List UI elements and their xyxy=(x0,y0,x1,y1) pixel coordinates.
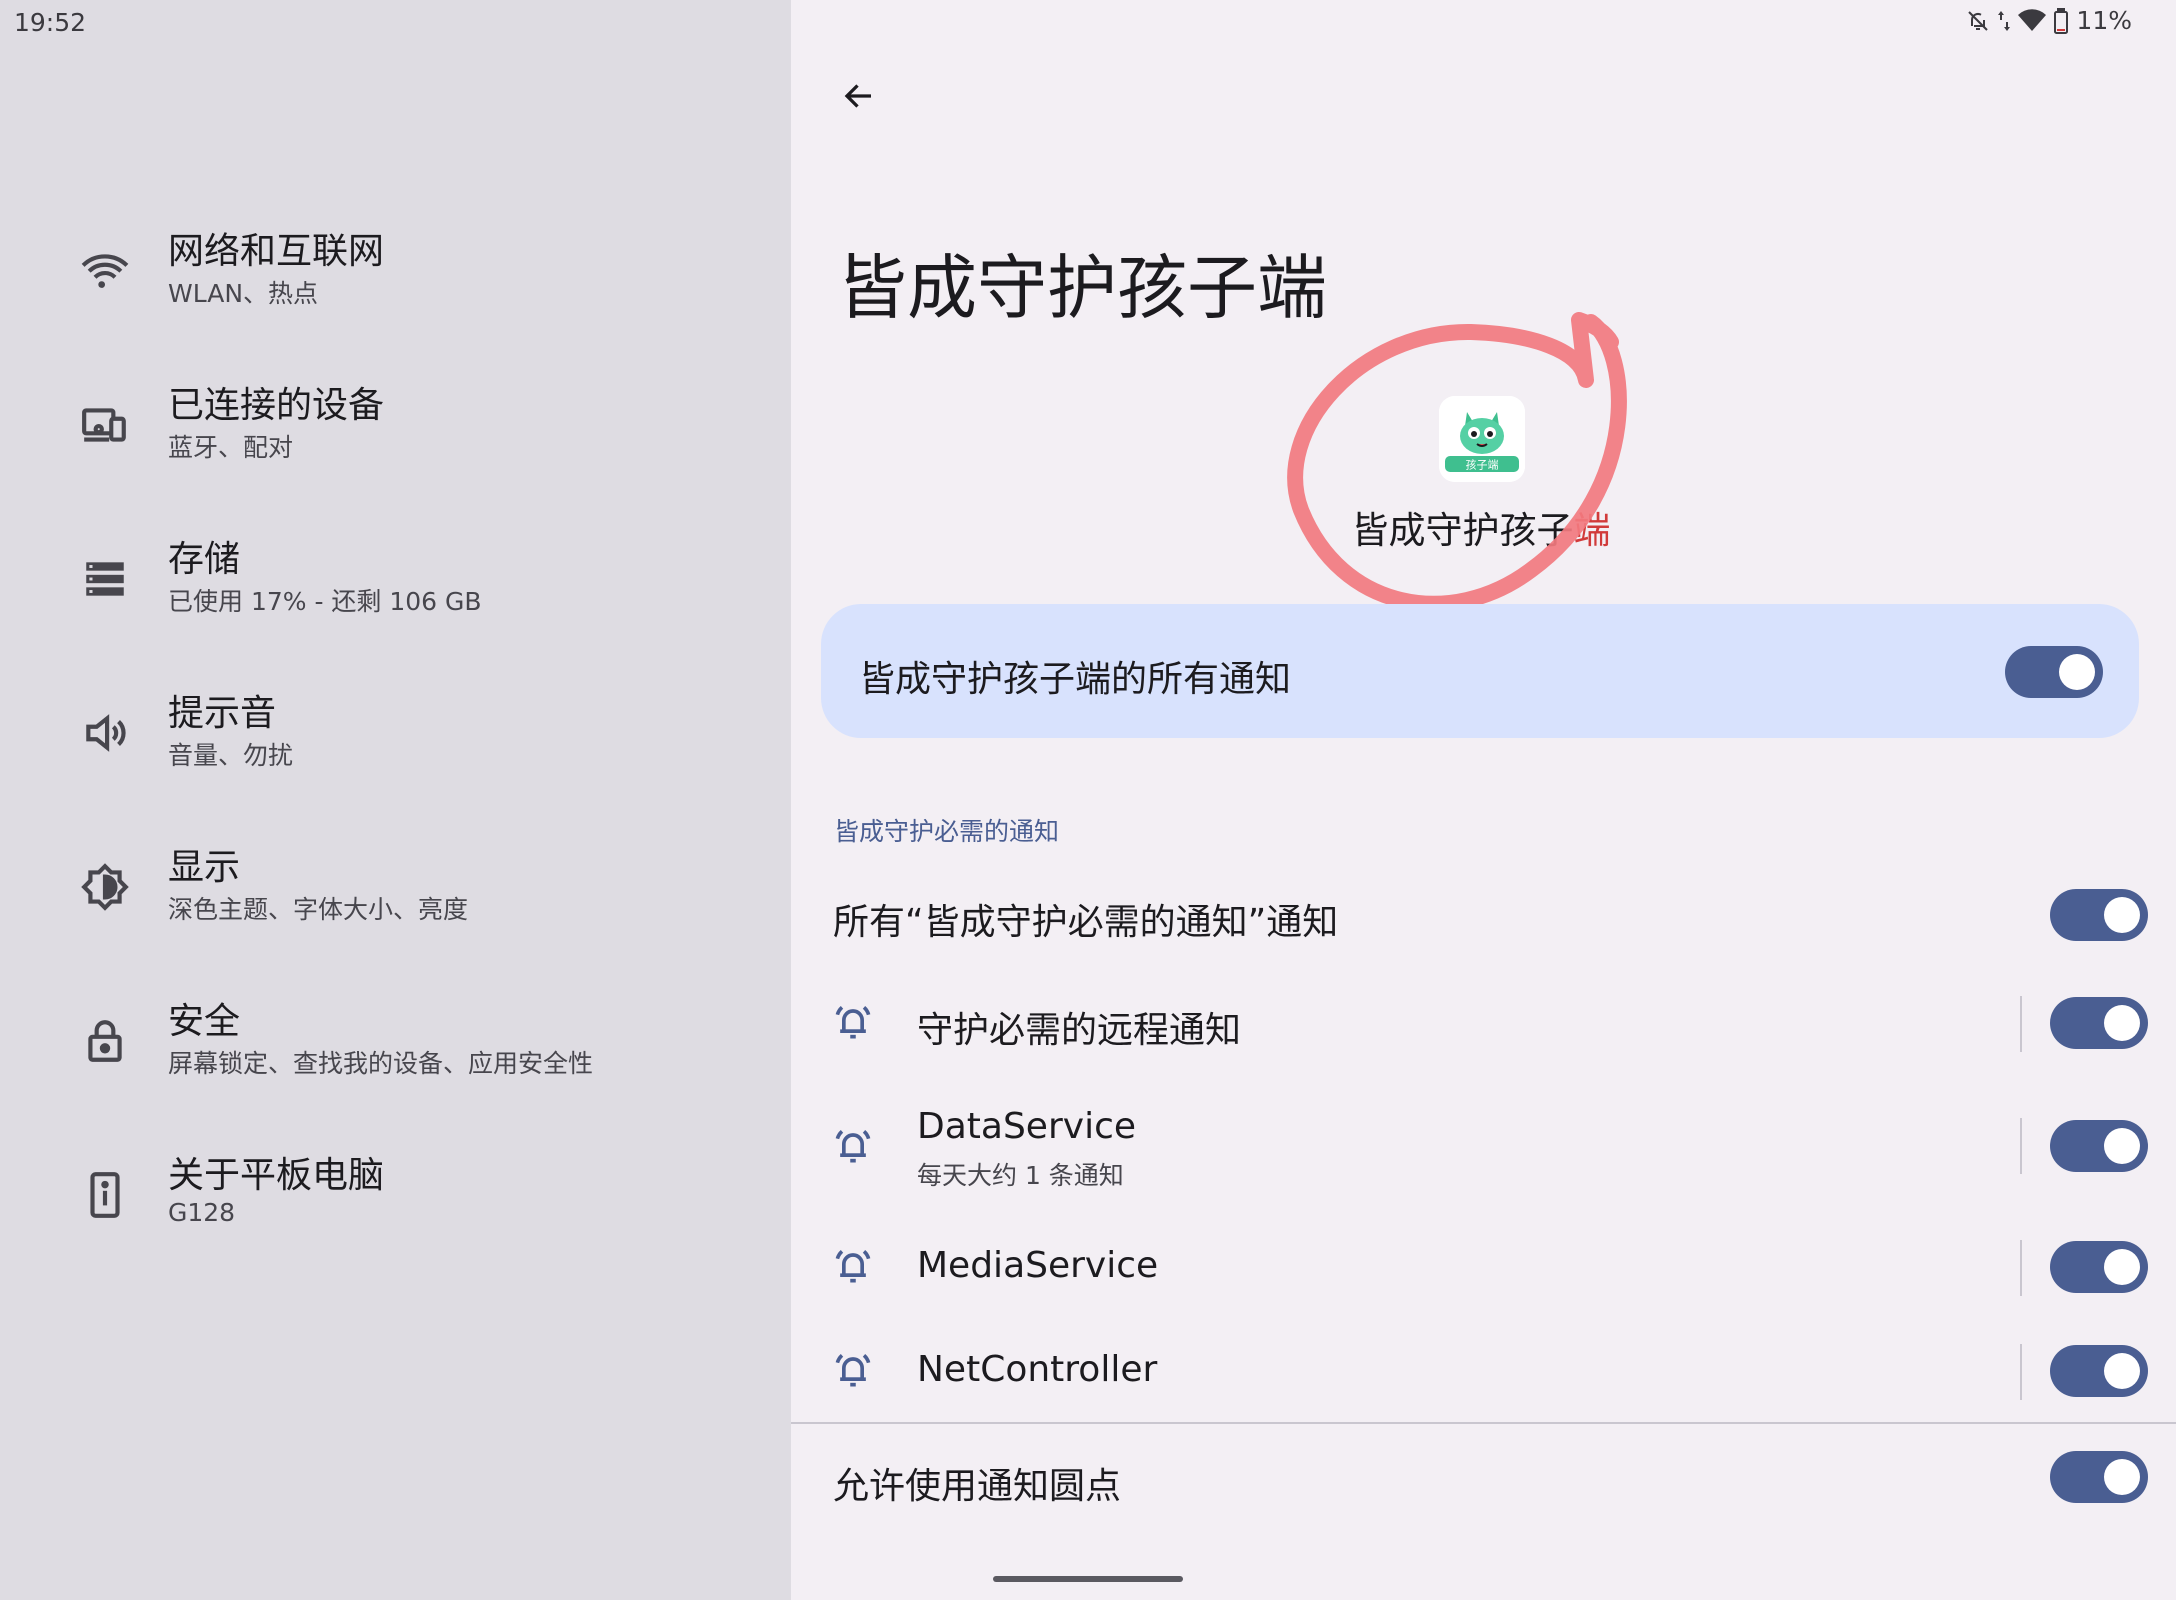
storage-icon xyxy=(80,554,130,604)
sidebar-item-subtitle: 音量、勿扰 xyxy=(168,741,294,770)
section-label: 皆成守护必需的通知 xyxy=(834,817,1060,846)
netcontroller-label: NetController xyxy=(917,1349,1158,1390)
devices-icon xyxy=(80,400,130,450)
sidebar-item-about-tablet[interactable]: 关于平板电脑 G128 xyxy=(0,1134,791,1274)
sidebar-item-title: 安全 xyxy=(168,1001,241,1042)
sidebar-item-subtitle: G128 xyxy=(168,1198,236,1227)
sidebar-item-title: 已连接的设备 xyxy=(168,385,385,426)
tablet-info-icon xyxy=(80,1170,130,1220)
all-notifications-card[interactable]: 皆成守护孩子端的所有通知 xyxy=(821,604,2139,738)
sidebar-item-subtitle: 屏幕锁定、查找我的设备、应用安全性 xyxy=(168,1049,594,1078)
row-divider xyxy=(2020,996,2022,1052)
brightness-icon xyxy=(80,862,130,912)
notification-dots-toggle[interactable] xyxy=(2050,1451,2148,1503)
remote-notification-label: 守护必需的远程通知 xyxy=(917,1010,1242,1051)
battery-icon xyxy=(2054,7,2069,34)
sidebar-item-sound[interactable]: 提示音 音量、勿扰 xyxy=(0,672,791,812)
lock-icon xyxy=(80,1016,130,1066)
app-name-main: 皆成守护孩子 xyxy=(1351,509,1574,552)
status-clock: 19:52 xyxy=(14,8,87,37)
gesture-home-bar[interactable] xyxy=(993,1576,1183,1582)
arrow-back-icon xyxy=(841,78,877,118)
back-button[interactable] xyxy=(831,70,887,126)
wifi-icon xyxy=(2018,8,2047,33)
all-notifications-toggle[interactable] xyxy=(2005,646,2103,698)
sidebar-item-connected-devices[interactable]: 已连接的设备 蓝牙、配对 xyxy=(0,364,791,504)
sidebar-item-display[interactable]: 显示 深色主题、字体大小、亮度 xyxy=(0,826,791,966)
sidebar-item-title: 存储 xyxy=(168,539,241,580)
sidebar-item-subtitle: WLAN、热点 xyxy=(168,279,319,308)
row-divider xyxy=(2020,1118,2022,1174)
row-divider xyxy=(2020,1344,2022,1400)
row-divider xyxy=(2020,1240,2022,1296)
settings-sidebar: 19:52 网络和互联网 WLAN、热点 已连接的设备 蓝牙、配对 存储 已使用… xyxy=(0,0,791,1600)
sidebar-item-title: 提示音 xyxy=(168,693,277,734)
app-notification-settings: 11% 皆成守护孩子端 孩子端 皆成守护孩子端 皆成守护孩子端的所有通知 皆成守… xyxy=(791,0,2176,1600)
sidebar-item-subtitle: 蓝牙、配对 xyxy=(168,433,294,462)
dataservice-subtitle: 每天大约 1 条通知 xyxy=(917,1161,1124,1190)
sidebar-item-network[interactable]: 网络和互联网 WLAN、热点 xyxy=(0,210,791,350)
mediaservice-label: MediaService xyxy=(917,1245,1159,1286)
page-title: 皆成守护孩子端 xyxy=(837,247,1327,329)
app-name-last: 端 xyxy=(1573,509,1611,552)
remote-notification-toggle[interactable] xyxy=(2050,997,2148,1049)
all-notifications-label: 皆成守护孩子端的所有通知 xyxy=(859,659,1292,700)
all-required-notifications-label: 所有“皆成守护必需的通知”通知 xyxy=(833,902,1339,943)
bell-ring-icon xyxy=(831,1000,875,1044)
volume-icon xyxy=(80,708,130,758)
sidebar-item-security[interactable]: 安全 屏幕锁定、查找我的设备、应用安全性 xyxy=(0,980,791,1120)
wifi-icon xyxy=(80,246,130,296)
bell-ring-icon xyxy=(831,1124,875,1168)
status-icons: 11% xyxy=(1966,6,2132,35)
sidebar-item-title: 显示 xyxy=(168,847,241,888)
app-name: 皆成守护孩子端 xyxy=(1191,500,1771,554)
sidebar-item-subtitle: 深色主题、字体大小、亮度 xyxy=(168,895,469,924)
app-icon-badge: 孩子端 xyxy=(1466,459,1499,472)
notification-dots-label: 允许使用通知圆点 xyxy=(833,1466,1122,1507)
netcontroller-toggle[interactable] xyxy=(2050,1345,2148,1397)
dataservice-toggle[interactable] xyxy=(2050,1120,2148,1172)
sidebar-item-title: 关于平板电脑 xyxy=(168,1155,385,1196)
section-divider xyxy=(791,1422,2176,1424)
mediaservice-toggle[interactable] xyxy=(2050,1241,2148,1293)
bell-off-icon xyxy=(1966,9,1990,33)
app-icon: 孩子端 xyxy=(1439,396,1525,482)
battery-level: 11% xyxy=(2076,6,2132,35)
dataservice-label: DataService xyxy=(917,1106,1137,1147)
bell-ring-icon xyxy=(831,1244,875,1288)
data-arrows-icon xyxy=(1998,9,2011,33)
sidebar-item-storage[interactable]: 存储 已使用 17% - 还剩 106 GB xyxy=(0,518,791,658)
all-required-notifications-toggle[interactable] xyxy=(2050,889,2148,941)
sidebar-item-subtitle: 已使用 17% - 还剩 106 GB xyxy=(168,587,482,616)
bell-ring-icon xyxy=(831,1348,875,1392)
sidebar-item-title: 网络和互联网 xyxy=(168,231,385,272)
